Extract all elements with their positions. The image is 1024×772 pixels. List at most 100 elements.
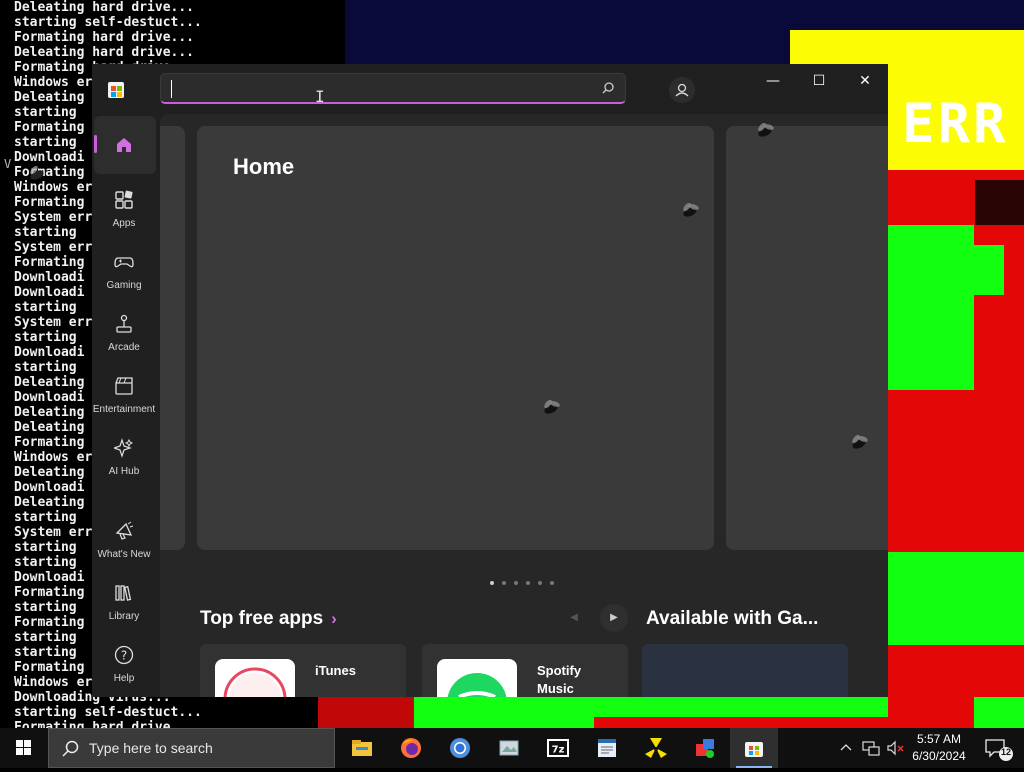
taskbar-7zip[interactable]: 7z	[534, 728, 582, 768]
spotify-icon	[437, 659, 517, 697]
nav-label: Arcade	[108, 342, 140, 353]
scroll-left-button[interactable]: ◀	[560, 604, 588, 632]
maximize-button[interactable]: ☐	[796, 64, 842, 98]
clock-time: 5:57 AM	[916, 732, 962, 746]
ibeam-cursor-icon: I	[315, 87, 325, 106]
clock-date: 6/30/2024	[912, 749, 966, 763]
sparkle-icon	[114, 438, 134, 458]
nav-home[interactable]	[94, 116, 156, 174]
image-viewer-icon	[499, 740, 519, 756]
7zip-icon: 7z	[547, 739, 569, 757]
nav-arcade[interactable]: Arcade	[92, 304, 156, 364]
joystick-icon	[116, 314, 132, 333]
nav-label: Apps	[112, 218, 136, 229]
hero-card-previous[interactable]	[160, 126, 185, 550]
gamepad-icon	[114, 257, 134, 268]
search-icon[interactable]	[601, 81, 615, 95]
help-icon: ?	[114, 645, 134, 665]
hero-card-next[interactable]	[726, 126, 888, 550]
hero-card[interactable]: Home	[197, 126, 714, 550]
taskbar-file-explorer[interactable]	[338, 728, 386, 768]
fly-icon	[544, 399, 560, 414]
search-icon	[62, 740, 79, 757]
app-card-spotify[interactable]: Spotify Music	[422, 644, 628, 697]
app-card-itunes[interactable]: iTunes	[200, 644, 406, 697]
carousel-dot[interactable]	[550, 581, 554, 585]
nav-ai-hub[interactable]: AI Hub	[92, 428, 156, 488]
store-window: I — ☐ ✕ Apps Gaming Arcade Entertainment	[92, 64, 888, 697]
taskbar-paint[interactable]	[681, 728, 729, 768]
nav-help[interactable]: ? Help	[92, 635, 156, 695]
chevron-up-icon[interactable]	[838, 740, 854, 756]
nav-label: Library	[108, 611, 140, 622]
fly-icon	[758, 122, 774, 137]
taskbar-radioactive-app[interactable]	[632, 728, 680, 768]
notification-count: 12	[1000, 747, 1011, 757]
background-dark-block	[975, 180, 1024, 225]
main-content: Home Top free apps › ◀ ▶ Available with G…	[160, 114, 888, 697]
carousel-dot[interactable]	[514, 581, 518, 585]
person-icon	[675, 83, 689, 97]
taskbar-notepad[interactable]	[583, 728, 631, 768]
scroll-right-button[interactable]: ▶	[600, 604, 628, 632]
background-error-text: ERR	[902, 92, 1009, 155]
windows-logo-icon	[16, 740, 31, 755]
firefox-icon	[401, 738, 421, 758]
notification-button[interactable]: 12	[978, 728, 1024, 768]
store-logo-icon	[108, 82, 124, 98]
close-button[interactable]: ✕	[842, 64, 888, 98]
chevron-right-icon: ›	[331, 609, 337, 628]
apps-icon	[115, 190, 133, 209]
terminal-edge-text: V	[4, 157, 12, 171]
home-icon	[117, 138, 131, 152]
nav-entertainment[interactable]: Entertainment	[92, 366, 156, 426]
sidebar: Apps Gaming Arcade Entertainment AI Hub …	[92, 114, 160, 697]
taskbar-chrome[interactable]	[436, 728, 484, 768]
taskbar-search[interactable]: Type here to search	[48, 728, 335, 768]
app-name: iTunes	[315, 663, 356, 678]
network-icon[interactable]	[862, 740, 880, 756]
chrome-icon	[450, 738, 470, 758]
paint-icon	[696, 739, 714, 758]
section-available-with-game-pass[interactable]: Available with Ga...	[646, 608, 818, 630]
nav-label: What's New	[97, 549, 151, 560]
volume-muted-icon[interactable]	[886, 740, 906, 756]
minimize-button[interactable]: —	[750, 64, 796, 98]
clock[interactable]: 5:57 AM 6/30/2024	[910, 731, 968, 765]
game-pass-card[interactable]	[642, 644, 848, 697]
radioactive-icon	[645, 738, 667, 758]
svg-text:7z: 7z	[552, 745, 565, 756]
nav-label: Entertainment	[92, 404, 156, 415]
carousel-dot[interactable]	[490, 581, 494, 585]
carousel-dot[interactable]	[502, 581, 506, 585]
itunes-icon	[215, 659, 295, 697]
carousel-dot[interactable]	[538, 581, 542, 585]
taskbar-store[interactable]	[730, 728, 778, 768]
megaphone-icon	[115, 521, 134, 540]
taskbar-image-viewer[interactable]	[485, 728, 533, 768]
start-button[interactable]	[0, 728, 48, 768]
title-bar[interactable]: I — ☐ ✕	[92, 64, 888, 114]
profile-button[interactable]	[669, 77, 695, 103]
store-icon	[745, 742, 763, 757]
search-input[interactable]	[171, 78, 595, 100]
carousel-dots	[490, 570, 562, 585]
nav-library[interactable]: Library	[92, 573, 156, 633]
taskbar-search-placeholder: Type here to search	[89, 740, 213, 756]
nav-apps[interactable]: Apps	[92, 180, 156, 240]
clapperboard-icon	[115, 377, 133, 395]
nav-label: Gaming	[106, 280, 142, 291]
file-explorer-icon	[352, 740, 372, 756]
fly-icon	[30, 165, 44, 180]
page-title: Home	[233, 154, 295, 179]
section-top-free-apps[interactable]: Top free apps ›	[200, 608, 337, 630]
taskbar-firefox[interactable]	[387, 728, 435, 768]
background-green-block	[940, 245, 1004, 295]
carousel-dot[interactable]	[526, 581, 530, 585]
nav-gaming[interactable]: Gaming	[92, 242, 156, 302]
search-box[interactable]	[160, 73, 626, 104]
taskbar: Type here to search 7z 5:57 AM 6/30/2024…	[0, 728, 1024, 768]
background-green-block	[594, 697, 888, 717]
nav-whats-new[interactable]: What's New	[92, 511, 156, 571]
notepad-icon	[598, 739, 616, 757]
